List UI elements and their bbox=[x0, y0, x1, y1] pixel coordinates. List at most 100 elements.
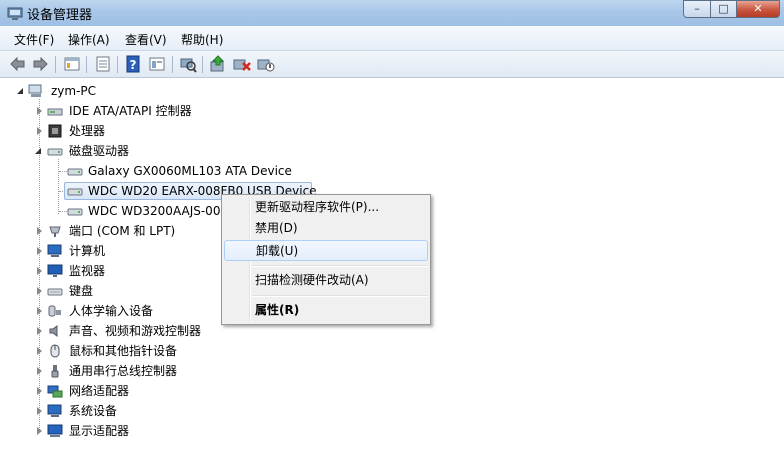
computer-icon bbox=[28, 84, 42, 97]
tree-item-disk-galaxy[interactable]: Galaxy GX0060ML103 ATA Device bbox=[0, 161, 784, 181]
tree-item-label: IDE ATA/ATAPI 控制器 bbox=[69, 104, 192, 118]
toolbar: ? bbox=[0, 51, 784, 78]
tree-item-mouse[interactable]: 鼠标和其他指针设备 bbox=[0, 341, 784, 361]
tree-item-system[interactable]: 系统设备 bbox=[0, 401, 784, 421]
processor-icon bbox=[48, 124, 62, 138]
toolbar-separator bbox=[172, 56, 173, 73]
expand-arrow-icon[interactable] bbox=[37, 307, 42, 315]
tree-item-label: WDC WD3200AAJS-00L bbox=[88, 204, 228, 218]
sound-icon bbox=[49, 325, 58, 337]
menu-bar: 文件(F) 操作(A) 查看(V) 帮助(H) bbox=[0, 26, 784, 51]
device-manager-icon bbox=[7, 7, 23, 20]
tree-item-label: 显示适配器 bbox=[69, 424, 130, 438]
menu-properties[interactable]: 属性(R) bbox=[224, 300, 428, 321]
forward-arrow-icon[interactable] bbox=[30, 54, 50, 74]
tree-item-label: 网络适配器 bbox=[69, 384, 130, 398]
expand-arrow-icon[interactable] bbox=[37, 107, 42, 115]
menu-scan-hardware[interactable]: 扫描检测硬件改动(A) bbox=[224, 270, 428, 291]
expand-arrow-icon[interactable] bbox=[37, 407, 42, 415]
tree-root-label: zym-PC bbox=[51, 84, 97, 98]
expand-arrow-icon[interactable] bbox=[37, 227, 42, 235]
update-driver-icon[interactable] bbox=[208, 54, 228, 74]
menu-view[interactable]: 查看(V) bbox=[125, 31, 167, 48]
expand-arrow-icon[interactable] bbox=[37, 247, 42, 255]
hid-icon bbox=[48, 305, 61, 317]
menu-separator bbox=[252, 295, 428, 297]
tree-item-label: 鼠标和其他指针设备 bbox=[69, 344, 178, 358]
menu-item-label: 扫描检测硬件改动(A) bbox=[255, 273, 369, 287]
tree-item-display[interactable]: 显示适配器 bbox=[0, 421, 784, 441]
menu-disable[interactable]: 禁用(D) bbox=[224, 218, 428, 239]
disable-icon[interactable] bbox=[256, 54, 276, 74]
toolbar-separator bbox=[55, 56, 56, 73]
minimize-button[interactable]: – bbox=[683, 0, 711, 18]
tree-item-label: 处理器 bbox=[69, 124, 106, 138]
tree-item-label: 监视器 bbox=[69, 264, 106, 278]
list-view-icon[interactable] bbox=[93, 54, 113, 74]
expand-arrow-icon[interactable] bbox=[37, 327, 42, 335]
disk-icon bbox=[67, 188, 83, 196]
computer-icon bbox=[47, 244, 62, 257]
tree-item-label: 人体学输入设备 bbox=[69, 304, 154, 318]
expand-arrow-icon[interactable] bbox=[37, 347, 42, 355]
collapse-arrow-icon[interactable] bbox=[17, 88, 23, 94]
usb-icon bbox=[51, 365, 59, 378]
menu-item-label: 属性(R) bbox=[255, 303, 300, 317]
monitor-icon bbox=[47, 264, 63, 277]
menu-action[interactable]: 操作(A) bbox=[68, 31, 110, 48]
menu-item-label: 卸载(U) bbox=[256, 244, 299, 258]
menu-uninstall[interactable]: 卸载(U) bbox=[224, 240, 428, 261]
uninstall-icon[interactable] bbox=[232, 54, 252, 74]
disk-icon bbox=[67, 168, 83, 176]
expand-arrow-icon[interactable] bbox=[37, 267, 42, 275]
expand-arrow-icon[interactable] bbox=[37, 367, 42, 375]
disk-drive-icon bbox=[47, 148, 63, 156]
tree-item-label: 通用串行总线控制器 bbox=[69, 364, 178, 378]
menu-item-label: 更新驱动程序软件(P)... bbox=[255, 200, 380, 214]
tree-item-processor[interactable]: 处理器 bbox=[0, 121, 784, 141]
tree-item-ide[interactable]: IDE ATA/ATAPI 控制器 bbox=[0, 101, 784, 121]
disk-icon bbox=[67, 208, 83, 216]
tree-item-label: 系统设备 bbox=[69, 404, 118, 418]
menu-separator bbox=[252, 265, 428, 267]
menu-update-driver[interactable]: 更新驱动程序软件(P)... bbox=[224, 197, 428, 218]
properties-view-icon[interactable] bbox=[62, 54, 82, 74]
svg-text:?: ? bbox=[130, 58, 137, 72]
menu-help[interactable]: 帮助(H) bbox=[181, 31, 223, 48]
show-hide-icon[interactable] bbox=[147, 54, 167, 74]
menu-item-label: 禁用(D) bbox=[255, 221, 298, 235]
expand-arrow-icon[interactable] bbox=[37, 427, 42, 435]
tree-item-label: 键盘 bbox=[69, 284, 94, 298]
context-menu: 更新驱动程序软件(P)... 禁用(D) 卸载(U) 扫描检测硬件改动(A) 属… bbox=[221, 194, 431, 325]
tree-item-disk-drives[interactable]: 磁盘驱动器 bbox=[0, 141, 784, 161]
tree-item-label: 声音、视频和游戏控制器 bbox=[69, 324, 202, 338]
keyboard-icon bbox=[47, 288, 63, 296]
mouse-icon bbox=[50, 344, 60, 358]
help-icon[interactable]: ? bbox=[123, 54, 143, 74]
toolbar-separator bbox=[117, 56, 118, 73]
tree-root[interactable]: zym-PC bbox=[0, 81, 784, 101]
expand-arrow-icon[interactable] bbox=[37, 387, 42, 395]
expand-arrow-icon[interactable] bbox=[37, 287, 42, 295]
tree-item-label: 磁盘驱动器 bbox=[69, 144, 130, 158]
system-device-icon bbox=[47, 404, 62, 417]
toolbar-separator bbox=[86, 56, 87, 73]
display-adapter-icon bbox=[47, 424, 63, 437]
tree-item-usb[interactable]: 通用串行总线控制器 bbox=[0, 361, 784, 381]
network-icon bbox=[47, 385, 63, 398]
scan-hardware-icon[interactable] bbox=[178, 54, 198, 74]
tree-item-label: Galaxy GX0060ML103 ATA Device bbox=[88, 164, 292, 178]
close-button[interactable]: ✕ bbox=[736, 0, 780, 18]
port-icon bbox=[49, 226, 61, 237]
toolbar-separator bbox=[202, 56, 203, 73]
collapse-arrow-icon[interactable] bbox=[35, 148, 41, 154]
expand-arrow-icon[interactable] bbox=[37, 127, 42, 135]
window-title: 设备管理器 bbox=[27, 8, 93, 23]
tree-item-label: 端口 (COM 和 LPT) bbox=[69, 224, 176, 238]
back-arrow-icon[interactable] bbox=[8, 54, 28, 74]
menu-file[interactable]: 文件(F) bbox=[14, 31, 54, 48]
tree-item-network[interactable]: 网络适配器 bbox=[0, 381, 784, 401]
title-bar: 设备管理器 – □ ✕ bbox=[0, 0, 784, 26]
ide-controller-icon bbox=[47, 108, 63, 116]
maximize-button[interactable]: □ bbox=[710, 0, 737, 18]
